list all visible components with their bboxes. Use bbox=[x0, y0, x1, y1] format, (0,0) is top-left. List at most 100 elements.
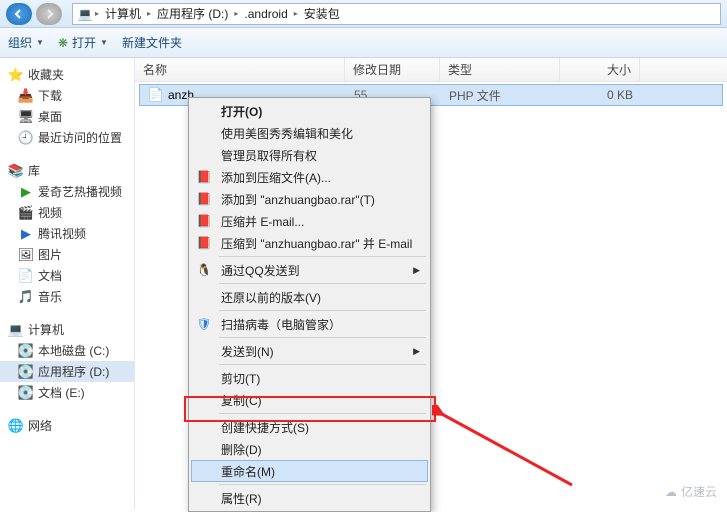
star-icon: ⭐ bbox=[8, 67, 24, 83]
separator bbox=[219, 337, 426, 338]
separator bbox=[219, 484, 426, 485]
ctx-delete[interactable]: 删除(D) bbox=[191, 438, 428, 460]
separator bbox=[219, 256, 426, 257]
ctx-open[interactable]: 打开(O) bbox=[191, 100, 428, 122]
chevron-down-icon: ▼ bbox=[36, 38, 44, 47]
ctx-qq-send[interactable]: 🐧通过QQ发送到▶ bbox=[191, 259, 428, 281]
nav-forward-button[interactable] bbox=[36, 3, 62, 25]
separator bbox=[219, 310, 426, 311]
submenu-arrow-icon: ▶ bbox=[413, 265, 420, 276]
new-folder-button[interactable]: 新建文件夹 bbox=[122, 34, 182, 51]
sidebar-item[interactable]: ▶腾讯视频 bbox=[0, 223, 134, 244]
organize-menu[interactable]: 组织 ▼ bbox=[8, 34, 44, 51]
ctx-prev-version[interactable]: 还原以前的版本(V) bbox=[191, 286, 428, 308]
document-icon: 📄 bbox=[18, 268, 34, 284]
sidebar-item-drive-c[interactable]: 💽本地磁盘 (C:) bbox=[0, 340, 134, 361]
rar-icon: 📕 bbox=[195, 168, 213, 186]
sidebar-item-drive-d[interactable]: 💽应用程序 (D:) bbox=[0, 361, 134, 382]
recent-icon: 🕘 bbox=[18, 130, 34, 146]
file-icon: 📄 bbox=[148, 87, 164, 103]
ctx-cut[interactable]: 剪切(T) bbox=[191, 367, 428, 389]
sidebar-item[interactable]: ▶爱奇艺热播视频 bbox=[0, 181, 134, 202]
breadcrumb-item[interactable]: 计算机 bbox=[101, 5, 145, 22]
chevron-right-icon: ▸ bbox=[95, 9, 99, 18]
open-menu[interactable]: ❋ 打开 ▼ bbox=[58, 34, 108, 51]
ctx-shortcut[interactable]: 创建快捷方式(S) bbox=[191, 416, 428, 438]
favorites-group: ⭐收藏夹 📥下载 🖥桌面 🕘最近访问的位置 bbox=[0, 64, 134, 148]
sidebar-item-downloads[interactable]: 📥下载 bbox=[0, 85, 134, 106]
new-folder-label: 新建文件夹 bbox=[122, 34, 182, 51]
separator bbox=[219, 364, 426, 365]
col-date[interactable]: 修改日期 bbox=[345, 58, 440, 81]
computer-icon: 💻 bbox=[77, 6, 93, 22]
breadcrumb-item[interactable]: 安装包 bbox=[300, 5, 344, 22]
library-header[interactable]: 📚库 bbox=[0, 160, 134, 181]
sidebar-item-recent[interactable]: 🕘最近访问的位置 bbox=[0, 127, 134, 148]
breadcrumb-item[interactable]: 应用程序 (D:) bbox=[153, 5, 232, 22]
video-icon: 🎬 bbox=[18, 205, 34, 221]
open-label: 打开 bbox=[72, 34, 96, 51]
ctx-email-rar[interactable]: 📕压缩到 "anzhuangbao.rar" 并 E-mail bbox=[191, 232, 428, 254]
watermark: ☁ 亿速云 bbox=[665, 483, 717, 500]
ctx-scan-virus[interactable]: 🛡扫描病毒（电脑管家） bbox=[191, 313, 428, 335]
computer-icon: 💻 bbox=[8, 322, 24, 338]
desktop-icon: 🖥 bbox=[18, 109, 34, 125]
chevron-right-icon: ▸ bbox=[234, 9, 238, 18]
titlebar: 💻 ▸ 计算机 ▸ 应用程序 (D:) ▸ .android ▸ 安装包 bbox=[0, 0, 727, 28]
col-type[interactable]: 类型 bbox=[440, 58, 560, 81]
ctx-rename[interactable]: 重命名(M) bbox=[191, 460, 428, 482]
ctx-add-rar[interactable]: 📕添加到 "anzhuangbao.rar"(T) bbox=[191, 188, 428, 210]
chevron-right-icon: ▸ bbox=[147, 9, 151, 18]
picture-icon: 🖼 bbox=[18, 247, 34, 263]
sidebar-item[interactable]: 🎬视频 bbox=[0, 202, 134, 223]
separator bbox=[219, 413, 426, 414]
breadcrumb[interactable]: 💻 ▸ 计算机 ▸ 应用程序 (D:) ▸ .android ▸ 安装包 bbox=[72, 3, 721, 25]
drive-icon: 💽 bbox=[18, 364, 34, 380]
network-icon: 🌐 bbox=[8, 418, 24, 434]
breadcrumb-item[interactable]: .android bbox=[240, 7, 291, 21]
qq-icon: 🐧 bbox=[195, 261, 213, 279]
context-menu: 打开(O) 使用美图秀秀编辑和美化 管理员取得所有权 📕添加到压缩文件(A)..… bbox=[188, 97, 431, 512]
computer-group: 💻计算机 💽本地磁盘 (C:) 💽应用程序 (D:) 💽文档 (E:) bbox=[0, 319, 134, 403]
network-header[interactable]: 🌐网络 bbox=[0, 415, 134, 436]
sidebar-item-drive-e[interactable]: 💽文档 (E:) bbox=[0, 382, 134, 403]
sidebar-item-desktop[interactable]: 🖥桌面 bbox=[0, 106, 134, 127]
sidebar-item[interactable]: 🖼图片 bbox=[0, 244, 134, 265]
chevron-right-icon: ▸ bbox=[294, 9, 298, 18]
file-size: 0 KB bbox=[561, 88, 641, 102]
ctx-copy[interactable]: 复制(C) bbox=[191, 389, 428, 411]
shield-icon: 🛡 bbox=[195, 315, 213, 333]
ctx-add-archive[interactable]: 📕添加到压缩文件(A)... bbox=[191, 166, 428, 188]
drive-icon: 💽 bbox=[18, 343, 34, 359]
col-size[interactable]: 大小 bbox=[560, 58, 640, 81]
ctx-email[interactable]: 📕压缩并 E-mail... bbox=[191, 210, 428, 232]
nav-back-button[interactable] bbox=[6, 3, 32, 25]
download-icon: 📥 bbox=[18, 88, 34, 104]
ctx-admin[interactable]: 管理员取得所有权 bbox=[191, 144, 428, 166]
toolbar: 组织 ▼ ❋ 打开 ▼ 新建文件夹 bbox=[0, 28, 727, 58]
ctx-properties[interactable]: 属性(R) bbox=[191, 487, 428, 509]
rar-icon: 📕 bbox=[195, 190, 213, 208]
computer-header[interactable]: 💻计算机 bbox=[0, 319, 134, 340]
library-group: 📚库 ▶爱奇艺热播视频 🎬视频 ▶腾讯视频 🖼图片 📄文档 🎵音乐 bbox=[0, 160, 134, 307]
col-name[interactable]: 名称 bbox=[135, 58, 345, 81]
music-icon: 🎵 bbox=[18, 289, 34, 305]
submenu-arrow-icon: ▶ bbox=[413, 346, 420, 357]
sidebar-item[interactable]: 📄文档 bbox=[0, 265, 134, 286]
ctx-meitu[interactable]: 使用美图秀秀编辑和美化 bbox=[191, 122, 428, 144]
network-group: 🌐网络 bbox=[0, 415, 134, 436]
ctx-send-to[interactable]: 发送到(N)▶ bbox=[191, 340, 428, 362]
column-headers: 名称 修改日期 类型 大小 bbox=[135, 58, 727, 82]
rar-icon: 📕 bbox=[195, 212, 213, 230]
drive-icon: 💽 bbox=[18, 385, 34, 401]
sidebar: ⭐收藏夹 📥下载 🖥桌面 🕘最近访问的位置 📚库 ▶爱奇艺热播视频 🎬视频 ▶腾… bbox=[0, 58, 135, 510]
library-icon: 📚 bbox=[8, 163, 24, 179]
favorites-header[interactable]: ⭐收藏夹 bbox=[0, 64, 134, 85]
separator bbox=[219, 283, 426, 284]
chevron-down-icon: ▼ bbox=[100, 38, 108, 47]
sidebar-item[interactable]: 🎵音乐 bbox=[0, 286, 134, 307]
video-icon: ▶ bbox=[18, 184, 34, 200]
file-type: PHP 文件 bbox=[441, 87, 561, 104]
cloud-icon: ☁ bbox=[665, 485, 677, 499]
video-icon: ▶ bbox=[18, 226, 34, 242]
